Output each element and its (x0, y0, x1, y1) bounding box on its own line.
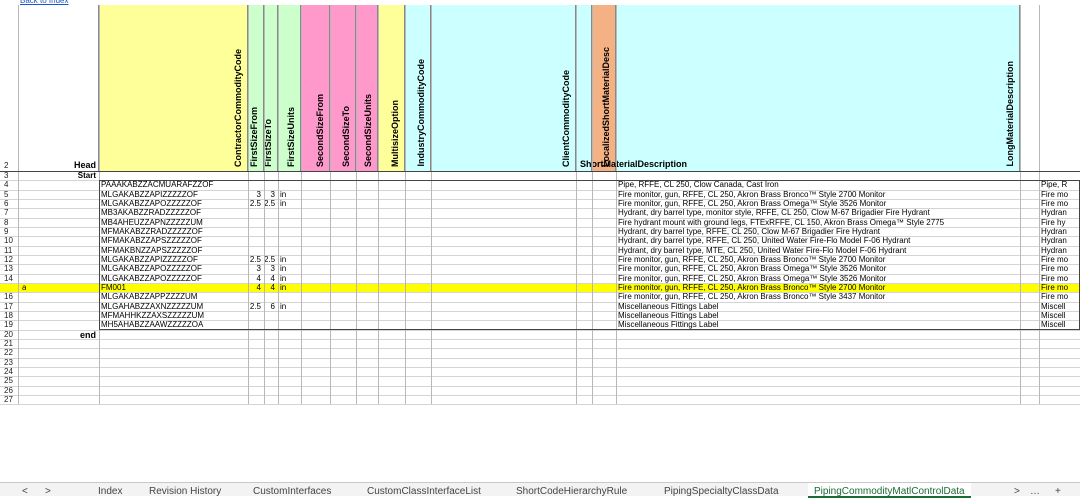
column-title-ShortMaterialDescription: ShortMaterialDescription (580, 159, 688, 169)
grid-line-h (0, 376, 1080, 378)
row-number-14[interactable]: 14 (0, 273, 18, 283)
head-label: Head (73, 160, 96, 170)
row-number-10[interactable]: 10 (0, 236, 18, 246)
grid-line-v (1020, 5, 1021, 405)
column-title-LongMaterialDescription: LongMaterialDescription (1005, 61, 1015, 167)
grid-line-h (0, 180, 1080, 182)
more-tabs-button[interactable]: … (1030, 483, 1040, 497)
row-number-5[interactable]: 5 (0, 189, 18, 199)
row-number-23[interactable]: 23 (0, 357, 18, 367)
column-header-ClientCommodityCode[interactable] (431, 5, 576, 171)
grid-line-v (356, 5, 357, 405)
head-cell (18, 5, 99, 171)
grid-line-h (0, 198, 1080, 200)
column-title-SecondSizeTo: SecondSizeTo (341, 106, 351, 167)
grid-line-h (0, 226, 1080, 228)
row-number-9[interactable]: 9 (0, 226, 18, 237)
row-number-24[interactable]: 24 (0, 366, 18, 377)
grid-line-h (0, 357, 1080, 359)
row-number-17[interactable]: 17 (0, 301, 18, 311)
column-header-ContractorCommodityCode[interactable] (99, 5, 248, 171)
column-title-SecondSizeUnits: SecondSizeUnits (363, 93, 373, 167)
column-header-ShortMaterialDescription[interactable] (576, 5, 592, 171)
grid-line-h (0, 301, 1080, 303)
tab-piping-commodity-matl-control-data[interactable]: PipingCommodityMatlControlData (808, 483, 971, 498)
column-title-IndustryCommodityCode: IndustryCommodityCode (416, 59, 426, 167)
grid-line-h (0, 245, 1080, 247)
grid-line-v (248, 5, 249, 405)
tab-next-button[interactable]: > (45, 483, 51, 497)
add-sheet-button[interactable]: + (1055, 483, 1061, 497)
tab-prev-button[interactable]: < (22, 483, 28, 497)
grid-line-h (0, 189, 1080, 191)
grid-line-h (0, 273, 1080, 275)
grid-line-h (0, 394, 1080, 396)
grid-line-h (0, 236, 1080, 238)
sheet-tab-bar: < > Index Revision History CustomInterfa… (0, 482, 1080, 498)
grid-line-v (264, 5, 265, 405)
tab-custom-class-interface-list[interactable]: CustomClassInterfaceList (367, 483, 481, 497)
row-number-25[interactable]: 25 (0, 376, 18, 386)
row-number-11[interactable]: 11 (0, 245, 18, 255)
column-title-ClientCommodityCode: ClientCommodityCode (561, 69, 571, 167)
header-border (0, 171, 1080, 172)
grid-line-h (0, 208, 1080, 210)
row-number-4[interactable]: 4 (0, 180, 18, 190)
tab-scroll-right-button[interactable]: > (1014, 483, 1020, 497)
grid-line-v (405, 5, 406, 405)
grid-line-v (616, 5, 617, 405)
grid-line-h (0, 385, 1080, 387)
tab-index[interactable]: Index (98, 483, 122, 497)
column-title-MultisizeOption: MultisizeOption (390, 100, 400, 167)
column-title-ContractorCommodityCode: ContractorCommodityCode (233, 48, 243, 167)
grid-line-v (278, 5, 279, 405)
column-title-LocalizedShortMaterialDesc: LocalizedShortMaterialDesc (601, 46, 611, 167)
grid-line-v (431, 5, 432, 405)
grid-line-h (0, 310, 1080, 312)
column-title-FirstSizeFrom: FirstSizeFrom (249, 106, 259, 167)
row-number-12[interactable]: 12 (0, 254, 18, 265)
grid-line-v (99, 5, 100, 405)
column-header-LongMaterialDescription[interactable] (616, 5, 1020, 171)
grid-line-v (576, 5, 577, 405)
row-number-8[interactable]: 8 (0, 217, 18, 227)
row-number-18[interactable]: 18 (0, 310, 18, 321)
row-number-21[interactable]: 21 (0, 338, 18, 349)
grid-line-v (18, 5, 19, 405)
tab-revision-history[interactable]: Revision History (149, 483, 221, 497)
row-number-20[interactable]: 20 (0, 329, 18, 339)
row-number-7[interactable]: 7 (0, 208, 18, 218)
grid-line-h (0, 348, 1080, 350)
column-title-FirstSizeUnits: FirstSizeUnits (286, 106, 296, 167)
grid-line-h (0, 366, 1080, 368)
row-number-13[interactable]: 13 (0, 264, 18, 274)
row-number-16[interactable]: 16 (0, 292, 18, 302)
row-number-6[interactable]: 6 (0, 198, 18, 209)
grid-line-v (1039, 5, 1040, 405)
grid-line-h (0, 254, 1080, 256)
row-number-3[interactable]: 3 (0, 171, 18, 181)
grid-line-h (0, 338, 1080, 340)
tab-piping-specialty-class-data[interactable]: PipingSpecialtyClassData (664, 483, 779, 497)
grid-line-h (0, 329, 1080, 331)
grid-line-h (0, 217, 1080, 219)
column-title-SecondSizeFrom: SecondSizeFrom (315, 93, 325, 167)
grid-line-h (0, 320, 1080, 322)
tab-custom-interfaces[interactable]: CustomInterfaces (253, 483, 331, 497)
grid-line-v (592, 5, 593, 405)
grid-line-v (301, 5, 302, 405)
row-number-2[interactable]: 2 (0, 161, 18, 171)
grid-line-v (378, 5, 379, 405)
grid-line-h (0, 404, 1080, 406)
row-number-22[interactable]: 22 (0, 348, 18, 358)
grid-line-h (0, 264, 1080, 266)
row-number-26[interactable]: 26 (0, 385, 18, 395)
spreadsheet-grid[interactable]: Back to Index ContractorCommodityCode Firs… (0, 0, 1080, 495)
grid-line-v (330, 5, 331, 405)
row-number-19[interactable]: 19 (0, 320, 18, 330)
tab-short-code-hierarchy-rule[interactable]: ShortCodeHierarchyRule (516, 483, 627, 497)
row-number-27[interactable]: 27 (0, 394, 18, 405)
grid-line-h (0, 292, 1080, 294)
grid-line-h (0, 282, 1080, 284)
